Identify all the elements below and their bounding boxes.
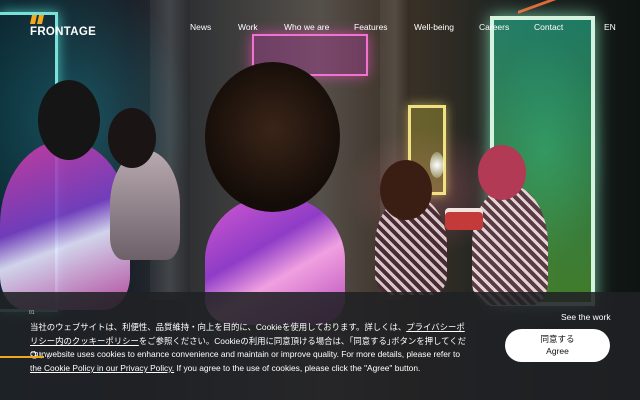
slide-counter: 01 <box>29 310 35 316</box>
birthday-cake <box>445 212 483 230</box>
nav-work[interactable]: Work <box>238 22 258 32</box>
see-the-work-link[interactable]: See the work <box>561 312 611 322</box>
nav-features[interactable]: Features <box>354 22 388 32</box>
nav-news[interactable]: News <box>190 22 211 32</box>
sparkler-light <box>430 152 444 178</box>
person-silhouette <box>205 62 340 212</box>
nav-who-we-are[interactable]: Who we are <box>284 22 329 32</box>
cookie-banner: 01 当社のウェブサイトは、利便性、品質維持・向上を目的に、Cookieを使用し… <box>0 292 640 400</box>
cookie-text-en-part: If you agree to the use of cookies, plea… <box>174 363 421 373</box>
person-silhouette <box>478 145 526 200</box>
nav-contact[interactable]: Contact <box>534 22 563 32</box>
cookie-text-en: Our website uses cookies to enhance conv… <box>30 347 470 375</box>
progress-indicator <box>0 356 44 358</box>
privacy-policy-link-en[interactable]: the Cookie Policy in our Privacy Policy. <box>30 363 174 373</box>
agree-button[interactable]: 同意する Agree <box>505 329 610 362</box>
agree-button-label-en: Agree <box>546 346 569 356</box>
person-silhouette <box>472 185 548 305</box>
person-silhouette <box>380 160 432 220</box>
agree-button-label-ja: 同意する <box>540 334 575 344</box>
person-silhouette <box>108 108 156 168</box>
main-nav: News Work Who we are Features Well-being… <box>0 22 640 34</box>
person-silhouette <box>110 150 180 260</box>
cookie-text-en-part: Our website uses cookies to enhance conv… <box>30 349 460 359</box>
person-silhouette <box>38 80 100 160</box>
cookie-text-ja-part: 当社のウェブサイトは、利便性、品質維持・向上を目的に、Cookieを使用しており… <box>30 322 407 332</box>
nav-careers[interactable]: Careers <box>479 22 509 32</box>
language-switch-en[interactable]: EN <box>604 22 616 32</box>
nav-well-being[interactable]: Well-being <box>414 22 454 32</box>
